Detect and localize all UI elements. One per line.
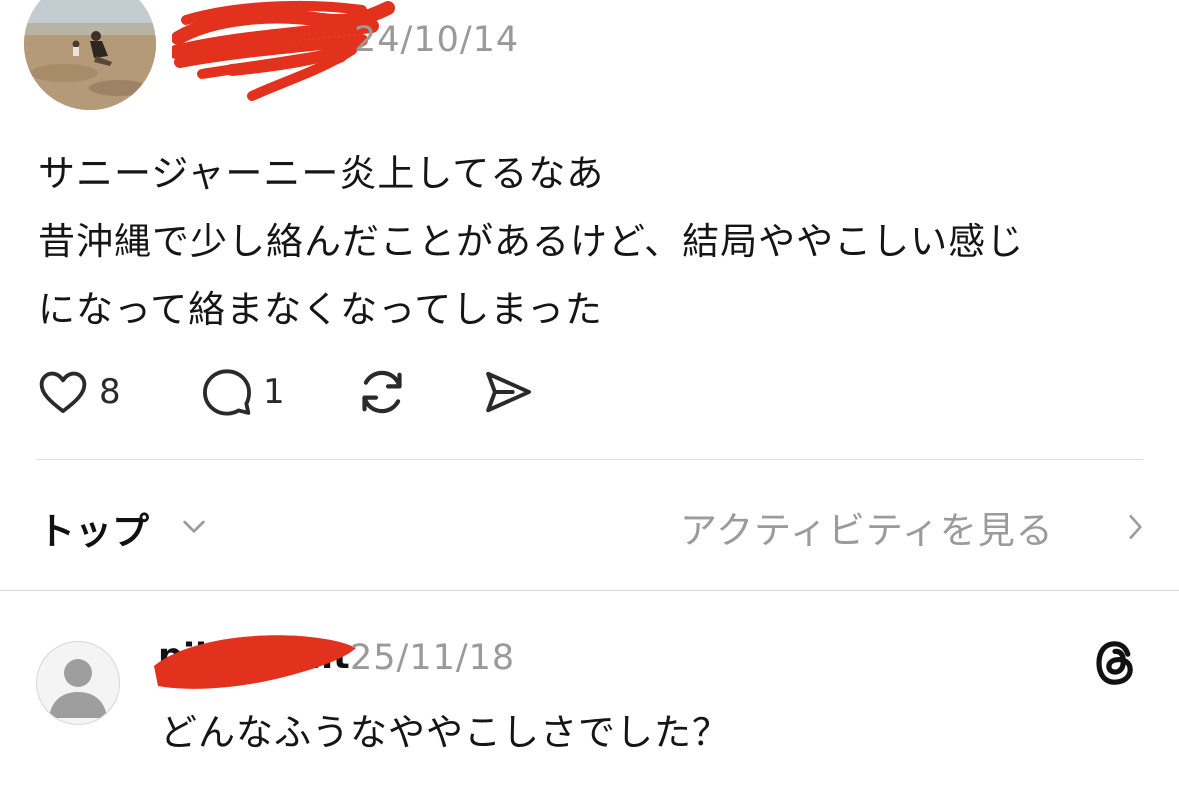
divider (0, 590, 1179, 591)
post-body-line: サニージャーニー炎上してるなあ (38, 152, 605, 195)
post-body-line: 昔沖縄で少し絡んだことがあるけど、結局ややこしい感じ (38, 220, 1025, 263)
share-button[interactable] (480, 362, 536, 422)
reply-button[interactable]: 1 (200, 362, 285, 422)
threads-logo-icon[interactable] (1090, 637, 1140, 689)
speech-bubble-icon (203, 369, 251, 416)
reply-date: 25/11/18 (350, 638, 516, 678)
post-date: 24/10/14 (354, 20, 520, 60)
divider (36, 459, 1143, 460)
view-activity-link[interactable]: アクティビティを見る (680, 500, 1054, 554)
post-avatar[interactable] (24, 0, 156, 110)
sort-selector[interactable]: トップ (38, 501, 149, 555)
repost-icon (362, 370, 402, 414)
heart-icon (39, 371, 87, 414)
beach-photo-avatar (24, 0, 156, 110)
reply-avatar[interactable] (36, 641, 120, 725)
like-button[interactable]: 8 (36, 362, 121, 422)
like-count: 8 (99, 372, 121, 412)
post-body-line: になって絡まなくなってしまった (38, 288, 603, 331)
reply-count: 1 (263, 372, 285, 412)
username-redaction (154, 635, 356, 689)
chevron-right-icon[interactable] (1122, 512, 1148, 542)
send-icon (486, 371, 531, 413)
chevron-down-icon[interactable] (178, 510, 210, 542)
reply-text: どんなふうなややこしさでした？ (160, 711, 730, 754)
repost-button[interactable] (354, 362, 410, 422)
post-body: サニージャーニー炎上してるなあ 昔沖縄で少し絡んだことがあるけど、結局ややこしい… (38, 140, 1158, 344)
default-user-avatar (49, 659, 107, 718)
